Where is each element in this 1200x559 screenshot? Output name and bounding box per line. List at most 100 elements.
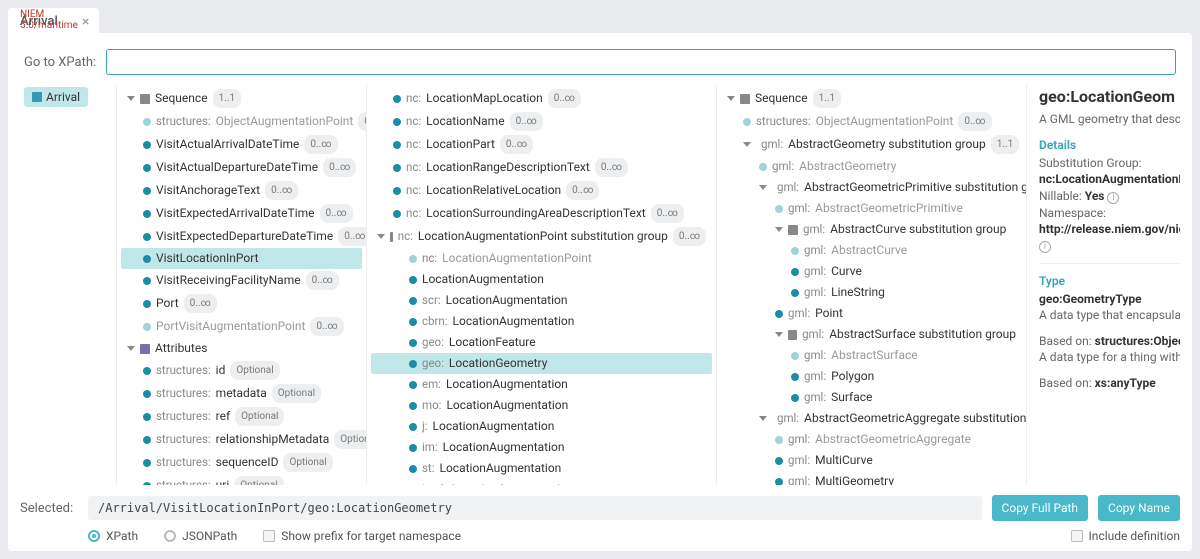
tree-item[interactable]: gml:Curve <box>721 261 1022 282</box>
tab-arrival[interactable]: Arrival NIEM 5.0/maritime × <box>8 8 99 33</box>
tree-item[interactable]: st:LocationAugmentation <box>371 458 712 479</box>
tree-item[interactable]: Port0..∞ <box>121 292 362 315</box>
col-2: Sequence 1..1 structures:ObjectAugmentat… <box>116 85 366 485</box>
check-show-prefix[interactable]: Show prefix for target namespace <box>263 529 461 543</box>
dot-icon <box>409 318 417 326</box>
sequence-icon <box>740 94 750 104</box>
dot-icon <box>791 394 799 402</box>
dot-icon <box>791 373 799 381</box>
dot-icon <box>409 381 417 389</box>
sequence-header[interactable]: Sequence 1..1 <box>121 87 362 110</box>
dot-icon <box>143 118 151 126</box>
group-icon <box>390 232 393 242</box>
dot-icon <box>143 300 151 308</box>
tree-item[interactable]: nc:LocationName0..∞ <box>371 110 712 133</box>
tree-item[interactable]: gml:AbstractCurve substitution group <box>721 219 1022 240</box>
tree-item[interactable]: cbrn:LocationAugmentation <box>371 311 712 332</box>
tree-item[interactable]: structures:refOptional <box>121 405 362 428</box>
tree-item[interactable]: structures:sequenceIDOptional <box>121 451 362 474</box>
root-element[interactable]: Arrival <box>24 87 88 107</box>
tree-item[interactable]: gml:AbstractSurface <box>721 345 1022 366</box>
tree-item[interactable]: gml:AbstractSurface substitution group <box>721 324 1022 345</box>
dot-icon <box>791 247 799 255</box>
col-4: Sequence1..1 structures:ObjectAugmentati… <box>716 85 1026 485</box>
tree-item[interactable]: nc:LocationPart0..∞ <box>371 133 712 156</box>
tree-item[interactable]: gml:MultiCurve <box>721 450 1022 471</box>
main-panel: Go to XPath: Arrival Sequence 1..1 stru <box>8 33 1192 551</box>
tree-item[interactable]: nc:LocationAugmentationPoint <box>371 248 712 269</box>
sequence-header[interactable]: Sequence1..1 <box>721 87 1022 110</box>
subst-group-header[interactable]: nc:LocationAugmentationPoint substitutio… <box>371 225 712 248</box>
tree-item[interactable]: nc:LocationSurroundingAreaDescriptionTex… <box>371 202 712 225</box>
tree-item[interactable]: VisitAnchorageText0..∞ <box>121 179 362 202</box>
detail-title: geo:LocationGeom <box>1039 87 1180 106</box>
tree-item[interactable]: structures:metadataOptional <box>121 382 362 405</box>
tree-item[interactable]: nc:LocationRangeDescriptionText0..∞ <box>371 156 712 179</box>
tree-item[interactable]: VisitExpectedArrivalDateTime0..∞ <box>121 202 362 225</box>
dot-icon <box>409 360 417 368</box>
tree-item[interactable]: gml:AbstractCurve <box>721 240 1022 261</box>
tree-item[interactable]: VisitLocationInPort <box>121 248 362 269</box>
type-heading: Type <box>1039 274 1180 288</box>
dot-icon <box>409 255 417 263</box>
tree-item[interactable]: VisitActualDepartureDateTime0..∞ <box>121 156 362 179</box>
tree-item[interactable]: gml:AbstractGeometricPrimitive substitut… <box>721 177 1022 198</box>
tree-item[interactable]: gml:Polygon <box>721 366 1022 387</box>
tree-item[interactable]: im:LocationAugmentation <box>371 437 712 458</box>
group-icon <box>788 225 798 235</box>
caret-down-icon <box>775 332 783 337</box>
sequence-icon <box>140 94 150 104</box>
dot-icon <box>393 141 401 149</box>
xpath-input[interactable] <box>106 49 1176 75</box>
radio-jsonpath[interactable]: JSONPath <box>164 529 237 543</box>
tree-item[interactable]: LocationAugmentation <box>371 269 712 290</box>
dot-icon <box>409 339 417 347</box>
dot-icon <box>393 187 401 195</box>
tree-item[interactable]: VisitExpectedDepartureDateTime0..∞ <box>121 225 362 248</box>
tree-item[interactable]: gml:AbstractGeometry substitution group1… <box>721 133 1022 156</box>
tree-item[interactable]: nc:LocationMapLocation0..∞ <box>371 87 712 110</box>
info-icon[interactable]: i <box>1039 241 1051 253</box>
tree-item[interactable]: structures:idOptional <box>121 359 362 382</box>
tree-item[interactable]: VisitActualArrivalDateTime0..∞ <box>121 133 362 156</box>
dot-icon <box>409 297 417 305</box>
dot-icon <box>791 268 799 276</box>
tree-item[interactable]: scr:LocationAugmentation <box>371 290 712 311</box>
tree-item[interactable]: geo:LocationGeometry <box>371 353 712 374</box>
caret-down-icon <box>127 96 135 101</box>
dot-icon <box>759 163 767 171</box>
info-icon[interactable]: i <box>1107 192 1119 204</box>
tree-item[interactable]: gml:AbstractGeometricPrimitive <box>721 198 1022 219</box>
tree-item[interactable]: mo:LocationAugmentation <box>371 395 712 416</box>
copy-name-button[interactable]: Copy Name <box>1098 495 1180 521</box>
tree-item[interactable]: em:LocationAugmentation <box>371 374 712 395</box>
tree-item[interactable]: gml:Point <box>721 303 1022 324</box>
tree-item[interactable]: nc:LocationRelativeLocation0..∞ <box>371 179 712 202</box>
tree-item[interactable]: structures:uriOptional <box>121 474 362 485</box>
radio-xpath[interactable]: XPath <box>88 529 138 543</box>
tree-item[interactable]: gml:AbstractGeometry <box>721 156 1022 177</box>
tree-item[interactable]: geo:LocationFeature <box>371 332 712 353</box>
caret-down-icon <box>727 96 735 101</box>
dot-icon <box>393 95 401 103</box>
check-include-definition[interactable]: Include definition <box>1071 529 1180 543</box>
tree-item[interactable]: structures:ObjectAugmentationPoint0..∞ <box>721 110 1022 133</box>
attributes-header[interactable]: Attributes <box>121 338 362 359</box>
tree-item[interactable]: gml:LineString <box>721 282 1022 303</box>
caret-down-icon <box>775 227 783 232</box>
dot-icon <box>393 164 401 172</box>
tree-item[interactable]: gml:MultiGeometry <box>721 471 1022 485</box>
detail-desc: A GML geometry that describes a <box>1039 112 1180 126</box>
tree-item[interactable]: gml:Surface <box>721 387 1022 408</box>
selected-label: Selected: <box>20 501 78 516</box>
tree-item[interactable]: gml:AbstractGeometricAggregate substitut… <box>721 408 1022 429</box>
tree-item[interactable]: gml:AbstractGeometricAggregate <box>721 429 1022 450</box>
dot-icon <box>775 310 783 318</box>
tree-item[interactable]: VisitReceivingFacilityName0..∞ <box>121 269 362 292</box>
tree-item[interactable]: structures:relationshipMetadataOptional <box>121 428 362 451</box>
tree-item[interactable]: PortVisitAugmentationPoint0..∞ <box>121 315 362 338</box>
copy-full-path-button[interactable]: Copy Full Path <box>992 495 1088 521</box>
tree-item[interactable]: structures:ObjectAugmentationPoint0..∞ <box>121 110 362 133</box>
dot-icon <box>143 187 151 195</box>
tree-item[interactable]: j:LocationAugmentation <box>371 416 712 437</box>
